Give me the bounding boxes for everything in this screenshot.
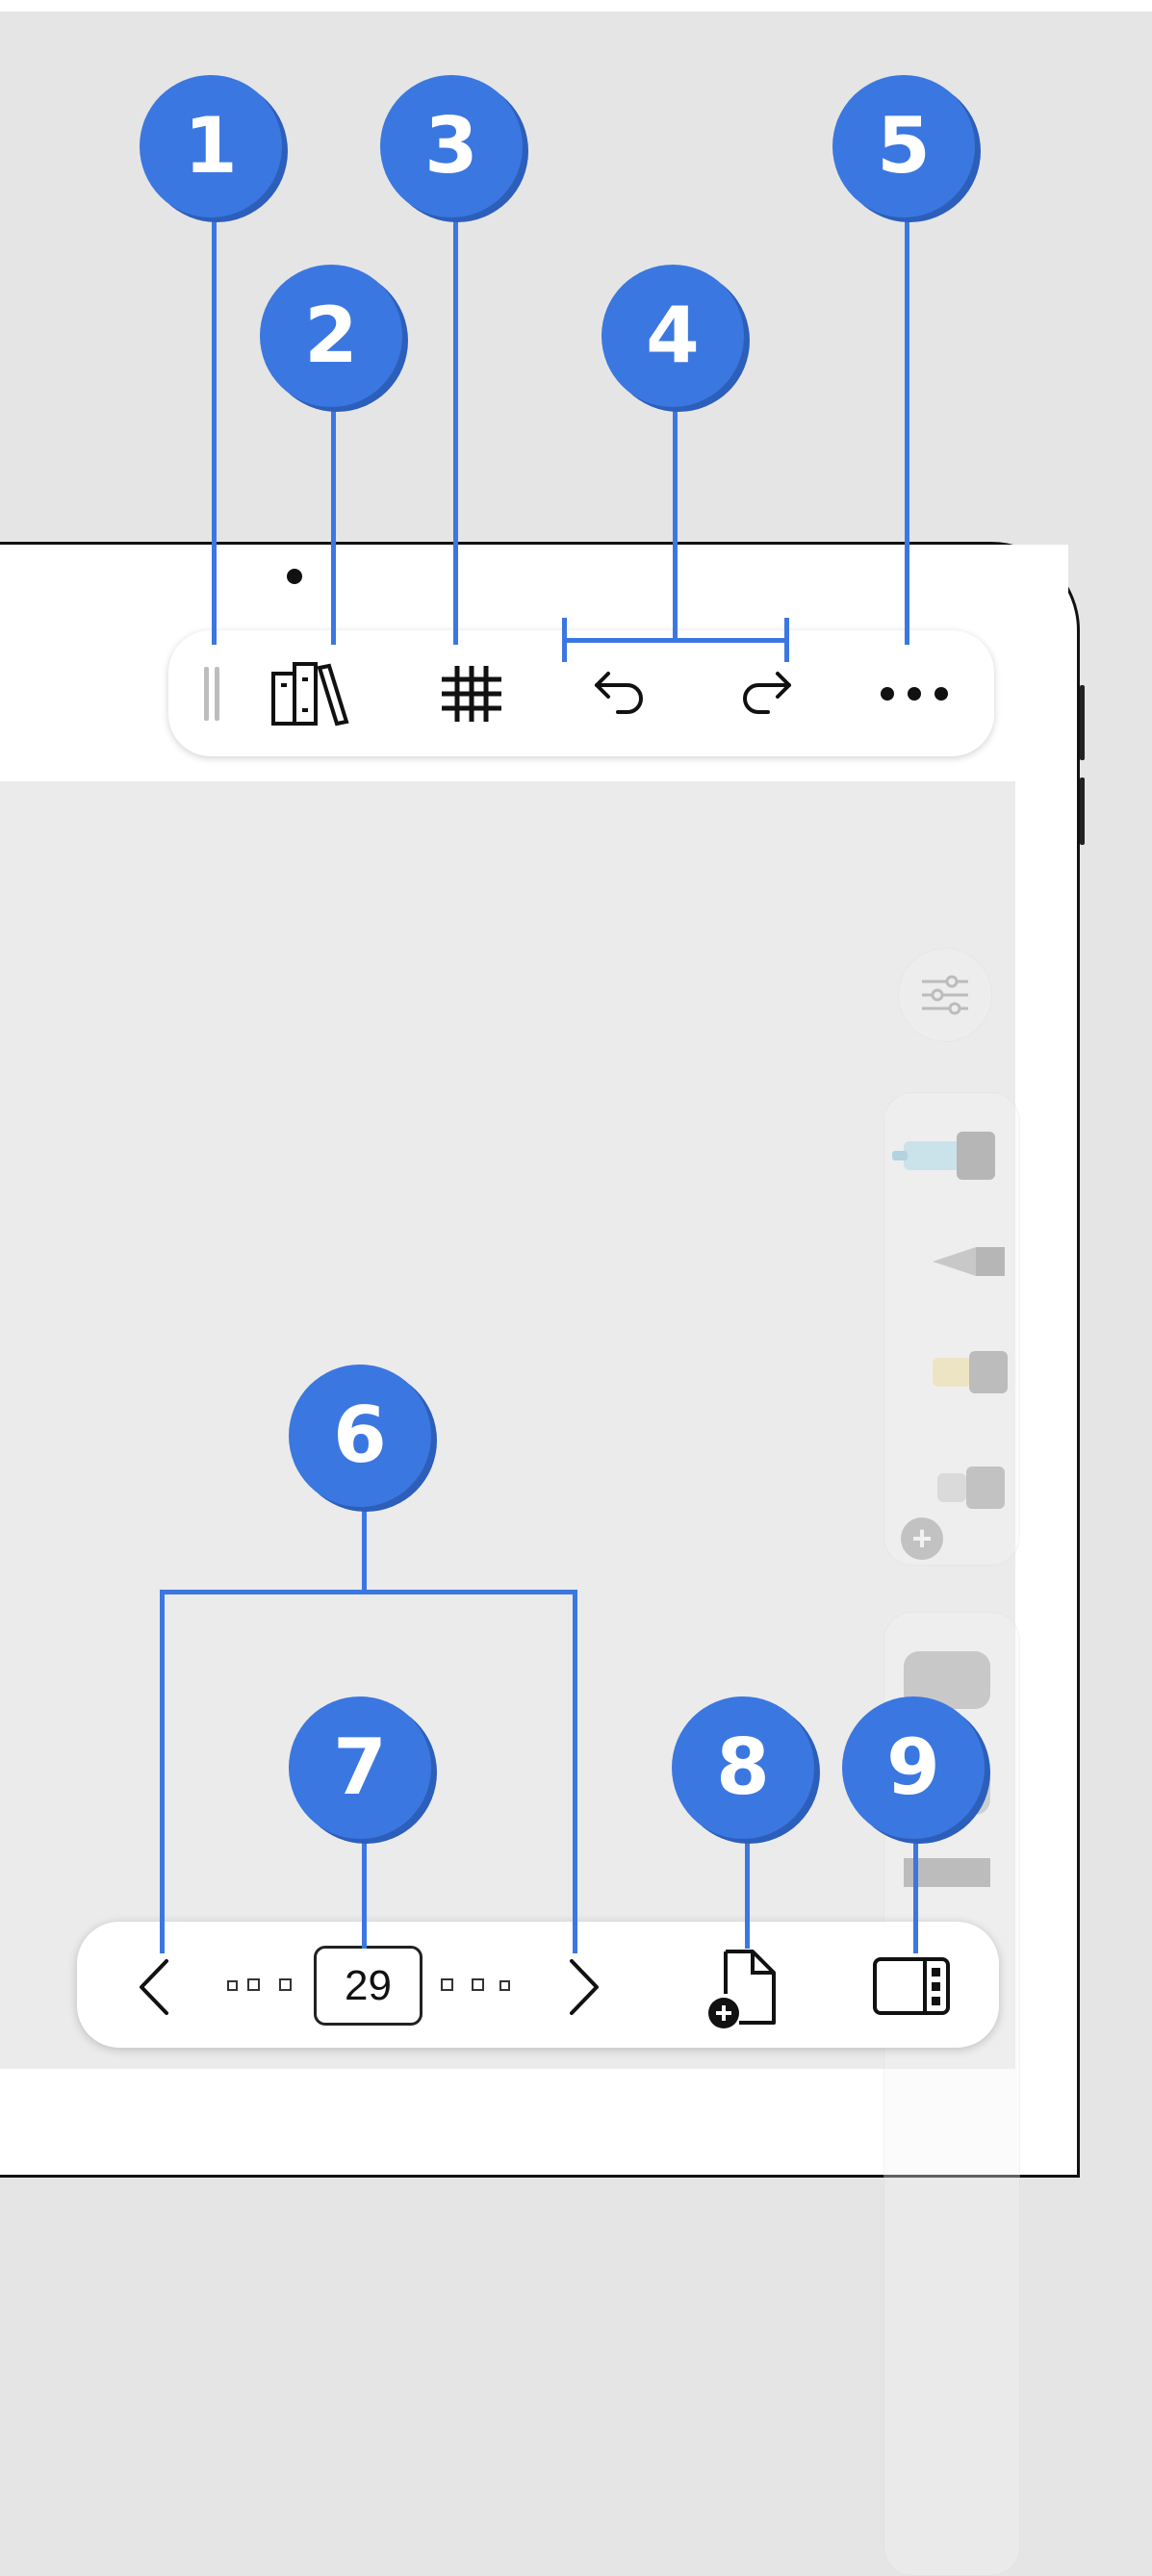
page-number-field[interactable]: 29 — [314, 1946, 422, 2026]
marker-icon — [892, 1132, 995, 1180]
redo-button[interactable] — [717, 630, 813, 756]
page-thumb-indicator — [472, 1978, 484, 1991]
callout-badge-8: 8 — [672, 1696, 814, 1839]
callout-bracket-4-left — [562, 618, 567, 662]
callout-badge-1: 1 — [140, 75, 282, 217]
undo-icon — [595, 671, 643, 714]
page-thumb-indicator — [499, 1980, 510, 1991]
add-page-button[interactable] — [701, 1946, 781, 2032]
callout-badge-7: 7 — [289, 1696, 431, 1839]
add-tool-icon — [937, 1467, 1005, 1509]
sidebar-toggle-button[interactable] — [871, 1953, 954, 2021]
camera-dot — [287, 569, 302, 584]
more-button[interactable] — [861, 630, 967, 756]
chevron-left-icon — [140, 1959, 168, 2015]
callout-badge-2: 2 — [260, 265, 402, 407]
chevron-right-icon — [570, 1959, 599, 2015]
pen-tools — [892, 1132, 1008, 1509]
page-thumb-indicator — [227, 1980, 238, 1991]
more-options-icon — [881, 686, 948, 701]
library-button[interactable] — [265, 630, 361, 756]
callout-badge-5: 5 — [832, 75, 975, 217]
sidebar-panel-icon — [873, 1957, 950, 2015]
bottom-toolbar — [77, 1922, 999, 2048]
top-strip — [0, 0, 1152, 12]
callout-line-2 — [331, 404, 336, 645]
callout-line-5 — [905, 221, 909, 645]
highlighter-icon — [933, 1351, 1008, 1393]
callout-badge-3: 3 — [380, 75, 523, 217]
page-thumb-indicator — [247, 1978, 260, 1991]
previous-page-button[interactable] — [130, 1953, 178, 2021]
library-books-icon — [271, 661, 349, 726]
callout-badge-6: 6 — [289, 1365, 431, 1507]
callout-bracket-6-right — [573, 1590, 577, 1953]
callout-bracket-4 — [562, 638, 789, 643]
page-thumb-indicator — [279, 1978, 292, 1991]
side-button — [1080, 778, 1085, 845]
undo-button[interactable] — [573, 630, 669, 756]
callout-line-3 — [453, 221, 458, 645]
palette-settings-button[interactable] — [898, 948, 992, 1042]
drag-handle-icon[interactable] — [192, 630, 231, 756]
callout-line-7 — [362, 1843, 367, 1949]
side-button — [1080, 685, 1085, 760]
redo-icon — [743, 671, 791, 714]
callout-bracket-6 — [160, 1590, 577, 1594]
notebook-canvas[interactable] — [0, 781, 1015, 2069]
pen-tools-panel — [883, 1092, 1020, 1566]
callout-bracket-4-right — [784, 618, 789, 662]
callout-line-9 — [913, 1843, 918, 1953]
callout-badge-4: 4 — [602, 265, 744, 407]
callout-line-4 — [673, 404, 678, 640]
next-page-button[interactable] — [560, 1953, 608, 2021]
callout-line-1 — [212, 221, 217, 645]
add-page-icon — [708, 1950, 776, 2028]
callout-bracket-6-left — [160, 1590, 165, 1953]
top-toolbar — [168, 630, 994, 756]
callout-line-6 — [362, 1511, 367, 1593]
add-tool-icon[interactable]: + — [901, 1518, 943, 1560]
grid-button[interactable] — [423, 630, 520, 756]
callout-line-8 — [745, 1843, 750, 1949]
grid-icon — [442, 665, 501, 722]
page-thumb-indicator — [441, 1978, 453, 1991]
callout-badge-9: 9 — [842, 1696, 985, 1839]
fountain-pen-icon — [933, 1247, 1005, 1276]
sliders-icon — [922, 975, 968, 1015]
